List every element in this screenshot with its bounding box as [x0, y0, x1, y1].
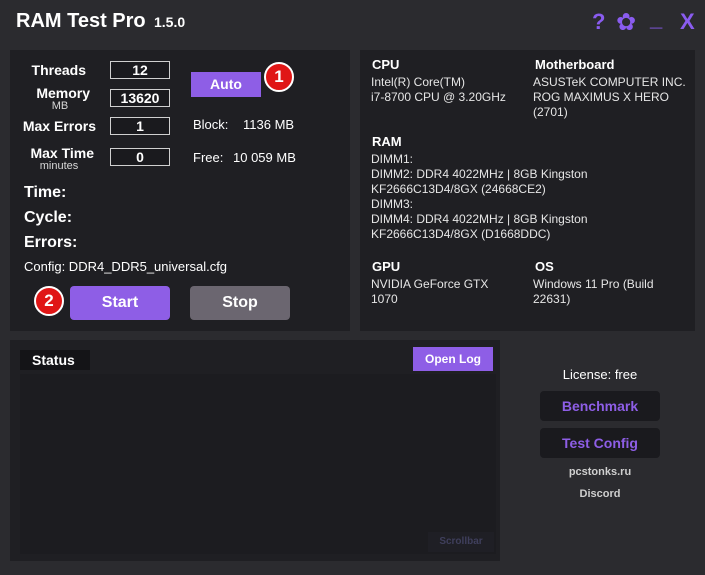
cpu-line-1: Intel(R) Core(TM) — [371, 75, 466, 89]
auto-button[interactable]: Auto — [191, 72, 261, 97]
threads-input[interactable]: 12 — [110, 61, 170, 79]
stop-button[interactable]: Stop — [190, 286, 290, 320]
website-link[interactable]: pcstonks.ru — [540, 466, 660, 478]
memory-label: Memory — [36, 85, 90, 101]
os-heading: OS — [535, 259, 554, 274]
motherboard-line-3: (2701) — [533, 105, 568, 119]
cpu-heading: CPU — [372, 57, 400, 72]
max-time-unit-label: minutes — [39, 160, 79, 172]
callout-badge-1: 1 — [264, 62, 294, 92]
open-log-button[interactable]: Open Log — [413, 347, 493, 371]
ram-line-4: DIMM3: — [371, 197, 413, 211]
motherboard-line-2: ROG MAXIMUS X HERO — [533, 90, 670, 104]
gpu-line-2: 1070 — [371, 292, 398, 306]
settings-gear-icon[interactable]: ✿ — [616, 8, 636, 37]
status-log-area — [20, 374, 496, 554]
ram-line-3: KF2666C13D4/8GX (24668CE2) — [371, 182, 546, 196]
benchmark-button[interactable]: Benchmark — [540, 391, 660, 421]
gpu-line-1: NVIDIA GeForce GTX — [371, 277, 489, 291]
ram-line-2: DIMM2: DDR4 4022MHz | 8GB Kingston — [371, 167, 588, 181]
ram-line-1: DIMM1: — [371, 152, 413, 166]
time-label: Time: — [24, 184, 67, 201]
minimize-icon[interactable]: _ — [650, 6, 662, 32]
free-label: Free: — [193, 150, 224, 165]
motherboard-line-1: ASUSTeK COMPUTER INC. — [533, 75, 686, 89]
ram-line-5: DIMM4: DDR4 4022MHz | 8GB Kingston — [371, 212, 588, 226]
block-value: 1136 MB — [243, 117, 295, 132]
max-errors-input[interactable]: 1 — [110, 117, 170, 135]
status-title: Status — [20, 350, 90, 370]
scrollbar[interactable]: Scrollbar — [428, 532, 494, 552]
cpu-line-2: i7-8700 CPU @ 3.20GHz — [371, 90, 506, 104]
max-errors-label: Max Errors — [22, 118, 96, 134]
block-label: Block: — [193, 117, 229, 132]
free-value: 10 059 MB — [233, 150, 296, 165]
help-icon[interactable]: ? — [592, 9, 605, 35]
max-time-input[interactable]: 0 — [110, 148, 170, 166]
test-config-button[interactable]: Test Config — [540, 428, 660, 458]
start-button[interactable]: Start — [70, 286, 170, 320]
config-label: Config: DDR4_DDR5_universal.cfg — [24, 259, 228, 274]
discord-link[interactable]: Discord — [540, 488, 660, 500]
ram-heading: RAM — [372, 134, 402, 149]
gpu-heading: GPU — [372, 259, 401, 274]
close-icon[interactable]: X — [680, 9, 695, 35]
max-time-label: Max Time — [30, 145, 94, 161]
motherboard-heading: Motherboard — [535, 57, 615, 72]
memory-input[interactable]: 13620 — [110, 89, 170, 107]
errors-label: Errors: — [24, 234, 78, 251]
ram-line-6: KF2666C13D4/8GX (D1668DDC) — [371, 227, 551, 241]
app-title: RAM Test Pro — [16, 10, 146, 32]
callout-badge-2: 2 — [34, 286, 64, 316]
cycle-label: Cycle: — [24, 209, 73, 226]
memory-unit-label: MB — [51, 100, 69, 112]
threads-label: Threads — [31, 62, 86, 78]
os-line-2: 22631) — [533, 292, 571, 306]
app-version: 1.5.0 — [154, 14, 186, 30]
os-line-1: Windows 11 Pro (Build — [533, 277, 654, 291]
license-label: License: free — [562, 367, 638, 382]
